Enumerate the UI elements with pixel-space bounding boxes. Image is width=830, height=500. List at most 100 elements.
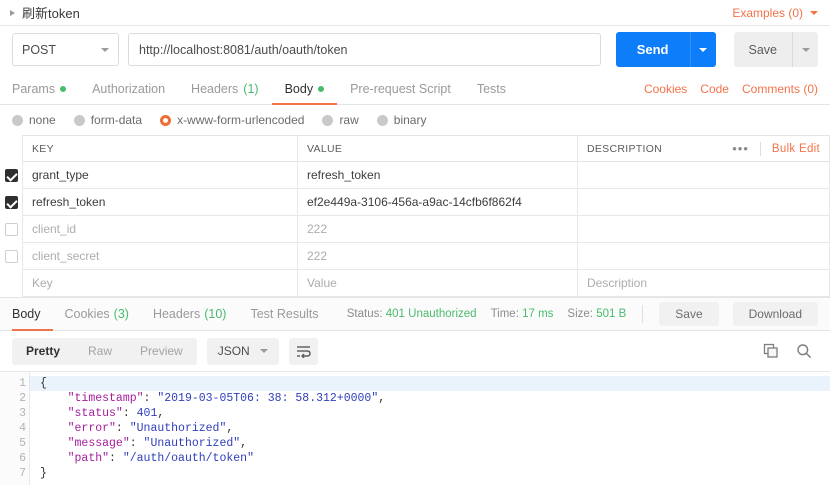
row-checkbox-cell[interactable] [0,189,22,216]
code-line: "status": 401, [67,407,165,420]
row-description-input[interactable] [577,189,830,216]
request-titlebar: 刷新token Examples (0) [0,0,830,26]
http-method-select[interactable]: POST [12,33,119,66]
line-number: 7 [19,467,26,480]
divider [642,305,644,323]
body-type-raw[interactable]: raw [322,113,359,127]
table-row: refresh_token ef2e449a-3106-456a-a9ac-14… [4,189,830,216]
row-key-input[interactable]: client_id [22,216,297,243]
cookies-link[interactable]: Cookies [644,82,687,96]
request-tabs: Params Authorization Headers (1) Body Pr… [0,73,830,105]
line-number: 4 [19,422,26,435]
row-key-input[interactable]: client_secret [22,243,297,270]
code-line: "error": "Unauthorized", [67,422,234,435]
save-button-group: Save [733,32,818,67]
radio-icon [322,114,334,126]
view-mode-pretty[interactable]: Pretty [12,338,74,365]
response-tab-headers[interactable]: Headers (10) [141,298,238,330]
more-options-icon[interactable]: ••• [732,141,749,156]
row-checkbox-unchecked-icon[interactable] [4,250,18,263]
chevron-down-icon [699,47,707,52]
copy-button[interactable] [763,343,779,359]
body-type-x-www-form-urlencoded[interactable]: x-www-form-urlencoded [160,113,304,127]
code-link[interactable]: Code [700,82,729,96]
send-button[interactable]: Send [615,32,690,67]
table-row: grant_type refresh_token [4,162,830,189]
response-size-label: Size: [567,308,593,320]
tab-tests[interactable]: Tests [464,73,519,104]
send-button-group: Send [615,32,716,67]
save-options-button[interactable] [792,32,818,67]
bulk-edit-button[interactable]: Bulk Edit [772,143,820,155]
triangle-right-icon[interactable] [10,9,15,16]
response-time-value: 17 ms [522,308,554,320]
code-lines[interactable]: { "timestamp": "2019-03-05T06: 38: 58.31… [30,372,830,485]
body-type-none-label: none [29,113,56,127]
search-button[interactable] [796,343,812,359]
response-time: Time: 17 ms [491,308,554,320]
row-key-input[interactable]: refresh_token [22,189,297,216]
search-icon [797,344,812,359]
body-type-none[interactable]: none [12,113,56,127]
response-tab-test-results-label: Test Results [250,307,319,321]
row-value-input[interactable]: refresh_token [297,162,577,189]
response-tab-body[interactable]: Body [12,298,53,331]
response-format-bar: Pretty Raw Preview JSON [0,331,830,371]
row-checkbox-checked-icon[interactable] [4,196,18,209]
row-description-input[interactable] [577,162,830,189]
row-description-input[interactable] [577,216,830,243]
body-type-form-data[interactable]: form-data [73,113,142,127]
request-tab-links: Cookies Code Comments (0) [644,73,818,104]
radio-selected-icon [160,114,172,126]
view-mode-raw[interactable]: Raw [74,338,126,365]
response-tab-cookies[interactable]: Cookies (3) [53,298,141,330]
tab-body-label: Body [284,81,314,96]
view-mode-preview[interactable]: Preview [126,338,197,365]
radio-icon [73,114,85,126]
chevron-down-icon [801,47,810,52]
row-checkbox-unchecked-icon[interactable] [4,223,18,236]
save-button[interactable]: Save [733,32,792,67]
response-download-button[interactable]: Download [732,302,818,326]
new-row-description-input[interactable]: Description [577,270,830,297]
modified-dot-icon [318,85,325,92]
request-url-input[interactable]: http://localhost:8081/auth/oauth/token [128,33,601,66]
body-type-raw-label: raw [339,113,359,127]
response-tools [763,343,818,359]
tab-headers[interactable]: Headers (1) [178,73,272,104]
response-tab-cookies-label: Cookies [64,307,110,321]
row-value-input[interactable]: 222 [297,216,577,243]
row-checkbox-checked-icon[interactable] [4,169,18,182]
row-checkbox-cell[interactable] [0,162,22,189]
row-checkbox-cell[interactable] [0,243,22,270]
examples-dropdown[interactable]: Examples (0) [732,6,818,20]
row-description-input[interactable] [577,243,830,270]
tab-body[interactable]: Body [271,73,338,105]
send-options-button[interactable] [689,32,716,67]
new-row-key-input[interactable]: Key [22,270,297,297]
response-tab-test-results[interactable]: Test Results [238,298,330,330]
tab-authorization[interactable]: Authorization [79,73,178,104]
params-table-wrap: KEY VALUE DESCRIPTION ••• Bulk Edit gran… [0,135,830,297]
row-value-input[interactable]: ef2e449a-3106-456a-a9ac-14cfb6f862f4 [297,189,577,216]
row-value-input[interactable]: 222 [297,243,577,270]
tab-pre-request-script[interactable]: Pre-request Script [337,73,464,104]
column-header-description-label: DESCRIPTION [587,142,663,155]
tab-params[interactable]: Params [12,73,79,104]
body-type-binary[interactable]: binary [376,113,426,127]
table-row: client_id 222 [4,216,830,243]
word-wrap-button[interactable] [288,337,318,365]
response-language-label: JSON [217,344,250,358]
url-bar: POST http://localhost:8081/auth/oauth/to… [0,26,830,73]
comments-link[interactable]: Comments (0) [742,82,818,96]
response-language-select[interactable]: JSON [206,337,279,365]
new-row-value-input[interactable]: Value [297,270,577,297]
row-key-input[interactable]: grant_type [22,162,297,189]
table-header-actions: ••• Bulk Edit [732,141,820,156]
column-header-description: DESCRIPTION ••• Bulk Edit [577,136,830,162]
code-line: "timestamp": "2019-03-05T06: 38: 58.312+… [67,392,386,405]
response-tab-cookies-count: (3) [113,307,129,321]
row-checkbox-cell[interactable] [0,216,22,243]
response-status-value: 401 Unauthorized [385,308,477,320]
response-save-button[interactable]: Save [659,302,719,326]
